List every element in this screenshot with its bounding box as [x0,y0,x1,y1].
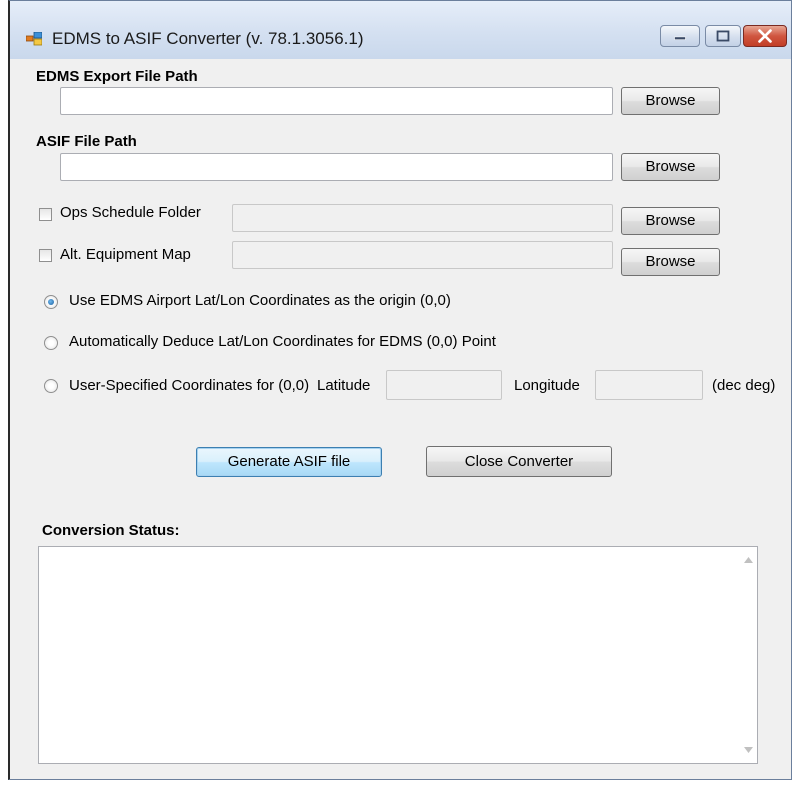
asif-browse-button[interactable]: Browse [621,153,720,181]
radio-user-specified[interactable] [44,379,58,393]
radio-user-specified-label: User-Specified Coordinates for (0,0) [69,377,310,394]
ops-schedule-browse-button[interactable]: Browse [621,207,720,235]
alt-equipment-map-input[interactable] [232,241,613,269]
alt-equipment-label: Alt. Equipment Map [60,246,191,263]
radio-use-airport-origin-label: Use EDMS Airport Lat/Lon Coordinates as … [69,292,451,309]
close-icon [758,29,772,43]
alt-equipment-browse-button[interactable]: Browse [621,248,720,276]
edms-export-browse-button[interactable]: Browse [621,87,720,115]
longitude-label: Longitude [514,377,580,394]
close-window-button[interactable] [743,25,787,47]
maximize-button[interactable] [705,25,741,47]
units-label: (dec deg) [712,377,776,394]
latitude-input[interactable] [386,370,502,400]
latitude-label: Latitude [317,377,371,394]
asif-path-input[interactable] [60,153,613,181]
window-title: EDMS to ASIF Converter (v. 78.1.3056.1) [52,29,364,48]
edms-export-label: EDMS Export File Path [36,68,198,85]
close-converter-button[interactable]: Close Converter [426,446,612,477]
ops-schedule-label: Ops Schedule Folder [60,204,201,221]
client-area: EDMS Export File Path Browse ASIF File P… [10,59,791,779]
title-bar[interactable]: EDMS to ASIF Converter (v. 78.1.3056.1) [10,1,791,59]
conversion-status-label: Conversion Status: [42,522,180,539]
converter-window: EDMS to ASIF Converter (v. 78.1.3056.1) … [8,0,792,780]
minimize-button[interactable] [660,25,700,47]
scroll-up-arrow-icon[interactable] [744,557,753,563]
asif-path-label: ASIF File Path [36,133,137,150]
radio-selected-dot [48,299,54,305]
alt-equipment-checkbox[interactable] [39,249,52,262]
ops-schedule-folder-input[interactable] [232,204,613,232]
vertical-scrollbar[interactable] [740,547,757,763]
generate-asif-button[interactable]: Generate ASIF file [196,447,382,477]
maximize-icon [716,30,730,42]
conversion-status-textarea[interactable] [38,546,758,764]
radio-auto-deduce[interactable] [44,336,58,350]
scroll-down-arrow-icon[interactable] [744,747,753,753]
radio-use-airport-origin[interactable] [44,295,58,309]
longitude-input[interactable] [595,370,703,400]
app-icon [26,32,42,46]
minimize-icon [674,36,686,40]
radio-auto-deduce-label: Automatically Deduce Lat/Lon Coordinates… [69,333,496,350]
edms-export-path-input[interactable] [60,87,613,115]
ops-schedule-checkbox[interactable] [39,208,52,221]
